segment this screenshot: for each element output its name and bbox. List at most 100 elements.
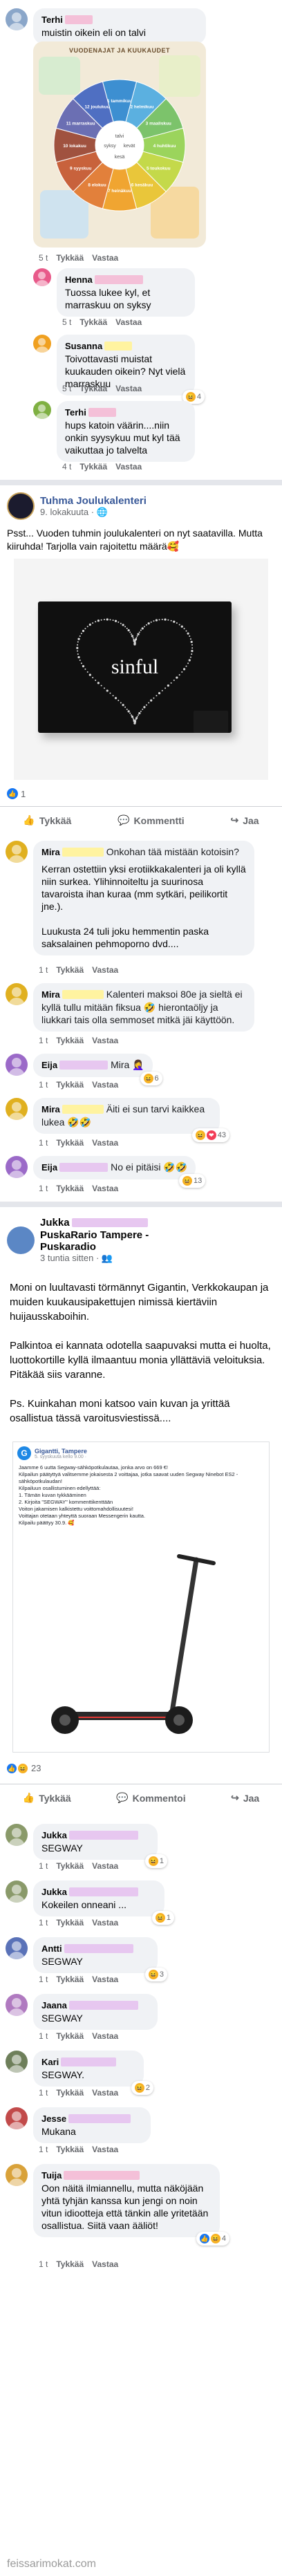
wheel-season-label: talvi bbox=[115, 134, 124, 139]
reaction-count[interactable]: 😆 3 bbox=[144, 1968, 167, 1981]
like-link[interactable]: Tykkää bbox=[79, 462, 107, 472]
commenter-name[interactable]: Mira bbox=[41, 989, 60, 1001]
commenter-name[interactable]: Jukka bbox=[41, 1886, 67, 1898]
commenter-name[interactable]: Terhi bbox=[41, 14, 63, 26]
reply-link[interactable]: Vastaa bbox=[92, 1975, 118, 1984]
reaction-count[interactable]: 😆 6 bbox=[140, 1072, 162, 1085]
reply-link[interactable]: Vastaa bbox=[92, 2145, 118, 2154]
commenter-name[interactable]: Kari bbox=[41, 2056, 59, 2069]
share-arrow-icon: ↪ bbox=[230, 814, 239, 825]
commenter-name[interactable]: Susanna bbox=[65, 340, 102, 353]
reply-link[interactable]: Vastaa bbox=[92, 2031, 118, 2041]
embed-page-name: Gigantti, Tampere bbox=[35, 1447, 87, 1455]
like-link[interactable]: Tykkää bbox=[56, 2088, 84, 2098]
reaction-count[interactable]: 😆 1 bbox=[144, 1854, 167, 1868]
post-date[interactable]: 3 tuntia sitten · bbox=[40, 1253, 99, 1263]
reply-link[interactable]: Vastaa bbox=[92, 2088, 118, 2098]
like-link[interactable]: Tykkää bbox=[79, 384, 107, 393]
commenter-name[interactable]: Jukka bbox=[41, 1829, 67, 1842]
reply-link[interactable]: Vastaa bbox=[92, 1138, 118, 1148]
like-link[interactable]: Tykkää bbox=[56, 253, 84, 263]
commenter-name[interactable]: Jesse bbox=[41, 2113, 66, 2125]
reply-link[interactable]: Vastaa bbox=[92, 1184, 118, 1193]
avatar[interactable] bbox=[6, 2051, 28, 2073]
post-date[interactable]: 9. lokakuuta · bbox=[40, 507, 94, 517]
share-button[interactable]: ↪ Jaa bbox=[230, 814, 258, 826]
like-button[interactable]: 👍 Tykkää bbox=[23, 1792, 71, 1804]
comment-meta: 1 t Tykkää Vastaa bbox=[39, 1184, 119, 1193]
commenter-name[interactable]: Antti bbox=[41, 1943, 62, 1955]
avatar[interactable] bbox=[6, 1994, 28, 2016]
like-link[interactable]: Tykkää bbox=[56, 2145, 84, 2154]
commenter-name[interactable]: Jaana bbox=[41, 1999, 67, 2012]
post-reaction-summary[interactable]: 👍 1 bbox=[7, 788, 26, 799]
page-name[interactable]: Tuhma Joulukalenteri bbox=[40, 495, 147, 507]
seasons-wheel-image[interactable]: VUODENAJAT JA KUUKAUDET 1 tammikuu 2 helm… bbox=[33, 41, 206, 248]
group-name[interactable]: PuskaRario Tampere - Puskaradio bbox=[40, 1229, 192, 1253]
reply-link[interactable]: Vastaa bbox=[92, 965, 118, 975]
like-link[interactable]: Tykkää bbox=[56, 1036, 84, 1045]
avatar[interactable] bbox=[6, 983, 28, 1005]
watermark: feissarimokat.com bbox=[7, 2558, 96, 2570]
commenter-name[interactable]: Henna bbox=[65, 274, 93, 286]
reaction-count[interactable]: 👍 😆 4 bbox=[196, 2232, 229, 2246]
avatar[interactable] bbox=[6, 1937, 28, 1959]
share-button[interactable]: ↪ Jaa bbox=[231, 1792, 259, 1804]
like-link[interactable]: Tykkää bbox=[79, 317, 107, 327]
commenter-name[interactable]: Eija bbox=[41, 1059, 57, 1072]
product-image[interactable]: sinful bbox=[14, 559, 268, 780]
embedded-scam-post[interactable]: G Gigantti, Tampere 5. syyskuuta kello 9… bbox=[12, 1441, 270, 1753]
reply-link[interactable]: Vastaa bbox=[92, 1918, 118, 1928]
reply-link[interactable]: Vastaa bbox=[92, 253, 118, 263]
avatar[interactable] bbox=[6, 841, 28, 863]
commenter-name[interactable]: Mira bbox=[41, 1103, 60, 1116]
post-reaction-summary[interactable]: 👍 😆 23 bbox=[7, 1763, 41, 1773]
like-link[interactable]: Tykkää bbox=[56, 1138, 84, 1148]
like-link[interactable]: Tykkää bbox=[56, 965, 84, 975]
page-avatar[interactable] bbox=[7, 492, 35, 520]
like-link[interactable]: Tykkää bbox=[56, 1975, 84, 1984]
comment-button[interactable]: 💬 Kommentti bbox=[118, 814, 185, 826]
post-header: Tuhma Joulukalenteri 9. lokakuuta · 🌐 bbox=[7, 492, 147, 520]
avatar[interactable] bbox=[6, 8, 28, 30]
reaction-count[interactable]: 😆 ❤ 43 bbox=[191, 1128, 229, 1142]
commenter-name[interactable]: Mira bbox=[41, 846, 60, 859]
commenter-name[interactable]: Tuija bbox=[41, 2169, 62, 2182]
like-link[interactable]: Tykkää bbox=[56, 2259, 84, 2269]
commenter-name[interactable]: Eija bbox=[41, 1161, 57, 1174]
reply-link[interactable]: Vastaa bbox=[92, 1036, 118, 1045]
reply-link[interactable]: Vastaa bbox=[92, 2259, 118, 2269]
reply-link[interactable]: Vastaa bbox=[92, 1861, 118, 1871]
like-link[interactable]: Tykkää bbox=[56, 1918, 84, 1928]
avatar[interactable] bbox=[6, 1880, 28, 1903]
avatar[interactable] bbox=[6, 1156, 28, 1178]
reaction-count[interactable]: 😆 13 bbox=[179, 1174, 206, 1188]
comment-button[interactable]: 💬 Kommentoi bbox=[116, 1792, 185, 1804]
avatar[interactable] bbox=[33, 335, 51, 353]
author-avatar[interactable] bbox=[7, 1226, 35, 1254]
reaction-count[interactable]: 😆 2 bbox=[131, 2081, 153, 2095]
reaction-count[interactable]: 😆 1 bbox=[151, 1911, 174, 1925]
like-link[interactable]: Tykkää bbox=[56, 2031, 84, 2041]
reply-link[interactable]: Vastaa bbox=[115, 462, 142, 472]
comment-bubble: Kari SEGWAY. 😆 2 bbox=[33, 2051, 153, 2095]
like-link[interactable]: Tykkää bbox=[56, 1080, 84, 1090]
avatar[interactable] bbox=[6, 1054, 28, 1076]
reply-link[interactable]: Vastaa bbox=[115, 317, 142, 327]
like-button[interactable]: 👍 Tykkää bbox=[23, 814, 71, 826]
avatar[interactable] bbox=[33, 401, 51, 419]
commenter-name[interactable]: Terhi bbox=[65, 407, 86, 419]
avatar[interactable] bbox=[6, 1824, 28, 1846]
comment-text: Mukana bbox=[41, 2126, 76, 2137]
avatar[interactable] bbox=[6, 1098, 28, 1120]
comment-meta: 1 t Tykkää Vastaa bbox=[39, 1861, 119, 1871]
reply-link[interactable]: Vastaa bbox=[115, 384, 142, 393]
avatar[interactable] bbox=[33, 268, 51, 286]
reply-link[interactable]: Vastaa bbox=[92, 1080, 118, 1090]
author-name[interactable]: Jukka bbox=[40, 1217, 70, 1229]
like-link[interactable]: Tykkää bbox=[56, 1861, 84, 1871]
avatar[interactable] bbox=[6, 2107, 28, 2129]
avatar[interactable] bbox=[6, 2164, 28, 2186]
comment-meta: 1 t Tykkää Vastaa bbox=[39, 2031, 119, 2041]
like-link[interactable]: Tykkää bbox=[56, 1184, 84, 1193]
